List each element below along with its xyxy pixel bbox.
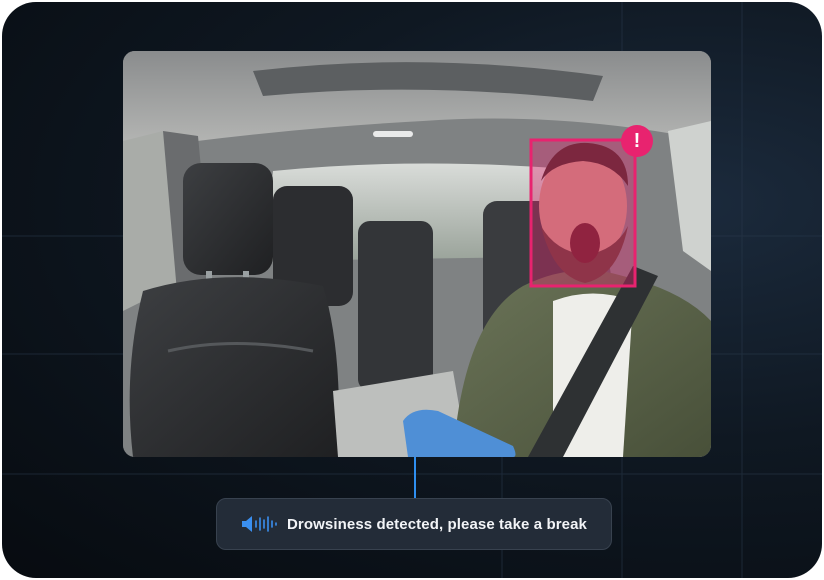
app-frame: ! Drowsiness detected, please take a bre… — [2, 2, 822, 578]
alert-message: Drowsiness detected, please take a break — [287, 515, 587, 533]
alert-badge-icon: ! — [621, 125, 653, 157]
driver-camera-feed — [123, 51, 711, 457]
alert-connector-line — [414, 457, 416, 498]
car-interior-image — [123, 51, 711, 457]
drowsiness-alert-toast: Drowsiness detected, please take a break — [216, 498, 612, 550]
alert-badge-symbol: ! — [633, 129, 641, 152]
speaker-sound-wave-icon — [241, 514, 277, 534]
